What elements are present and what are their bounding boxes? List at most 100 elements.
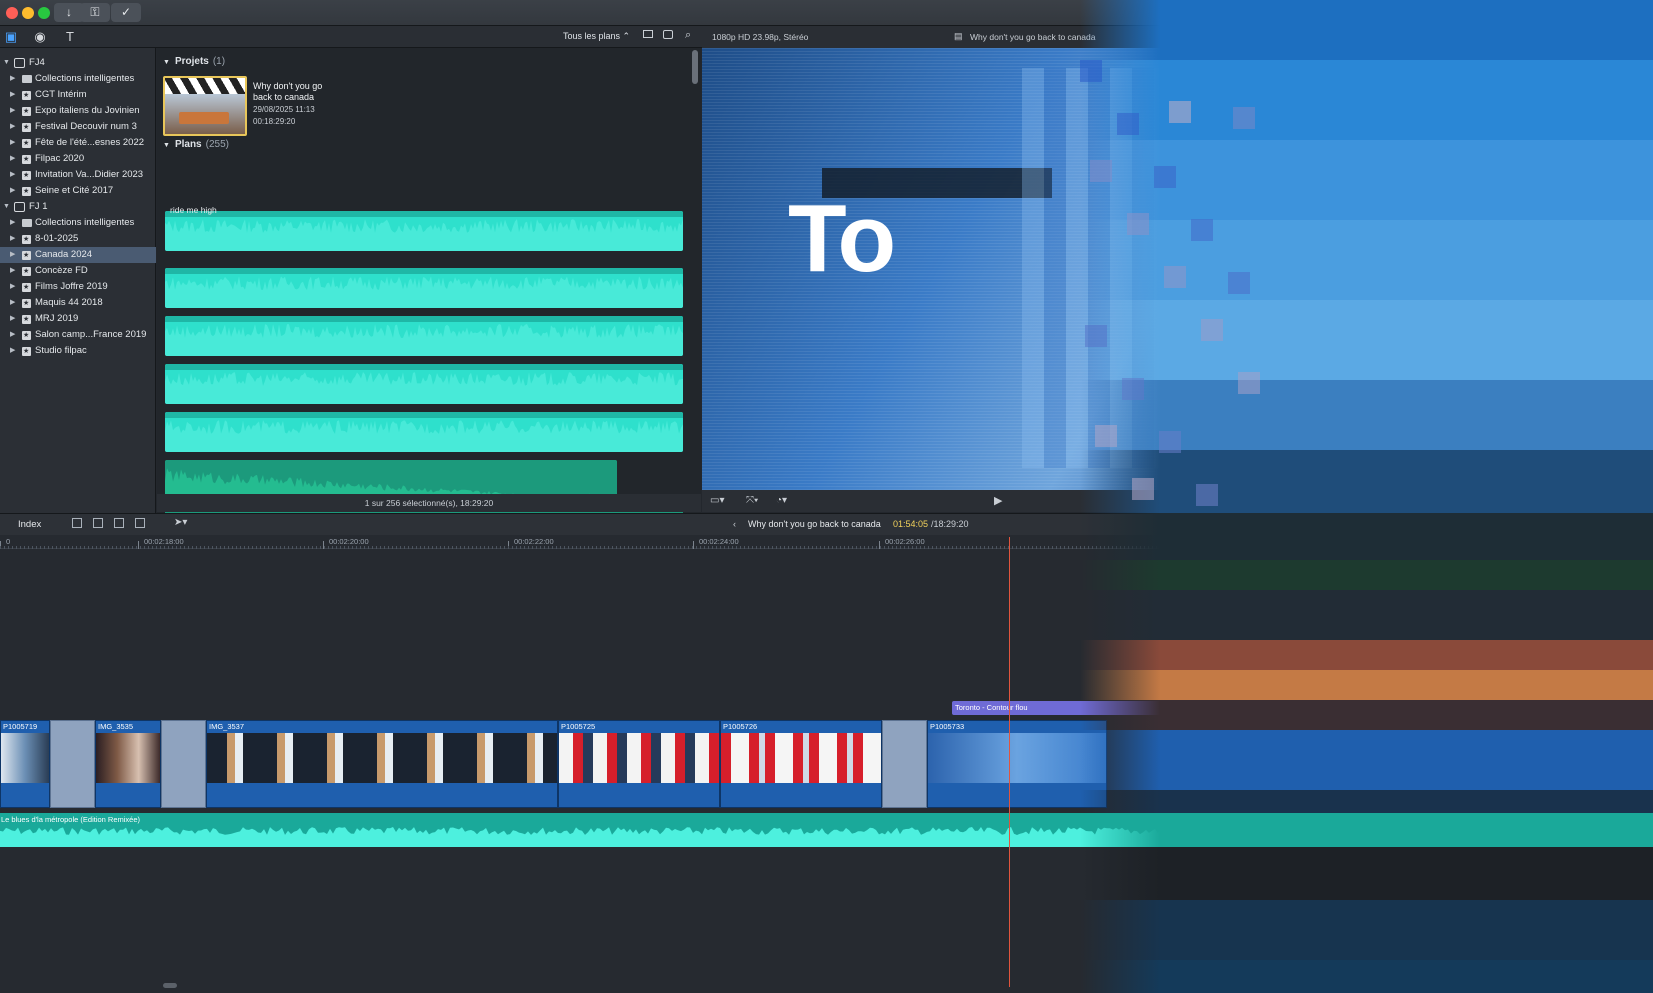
video-clip[interactable]: IMG_3537 bbox=[206, 720, 558, 808]
sidebar-item-label: 8-01-2025 bbox=[35, 233, 79, 244]
append-clip-icon[interactable] bbox=[114, 518, 124, 528]
event-icon bbox=[22, 328, 31, 344]
disclosure-closed-icon[interactable]: ▶ bbox=[10, 327, 15, 343]
disclosure-open-icon[interactable]: ▼ bbox=[3, 199, 10, 215]
project-title-line1: Why don't you go bbox=[253, 81, 323, 91]
sidebar-smart-collections[interactable]: ▶ Collections intelligentes bbox=[0, 71, 156, 87]
browser-audio-clip[interactable] bbox=[165, 268, 683, 308]
sidebar-event[interactable]: ▶ Maquis 44 2018 bbox=[0, 295, 156, 312]
timeline-scrollbar[interactable] bbox=[163, 983, 177, 988]
transform-tool-icon[interactable]: ⤧▾ bbox=[746, 495, 758, 506]
projects-section-header[interactable]: ▼ Projets (1) bbox=[163, 56, 225, 67]
zoom-window-button[interactable] bbox=[38, 7, 50, 19]
disclosure-closed-icon[interactable]: ▶ bbox=[10, 311, 15, 327]
viewer-format[interactable]: 1080p HD 23.98p, Stéréo bbox=[712, 32, 808, 42]
sidebar-event[interactable]: ▶ Canada 2024 bbox=[0, 247, 156, 264]
disclosure-closed-icon[interactable]: ▶ bbox=[10, 295, 15, 311]
view-options-icon[interactable]: ▭▾ bbox=[710, 495, 724, 506]
pixel-block bbox=[1164, 266, 1186, 288]
minimize-window-button[interactable] bbox=[22, 7, 34, 19]
event-icon bbox=[22, 88, 31, 104]
ruler-label: 00:02:24:00 bbox=[699, 537, 739, 546]
background-tasks-button[interactable]: ✓ bbox=[111, 3, 141, 22]
disclosure-closed-icon[interactable]: ▶ bbox=[10, 151, 15, 167]
video-clip[interactable]: P1005719 bbox=[0, 720, 50, 808]
transition[interactable] bbox=[882, 720, 927, 808]
sidebar-event[interactable]: ▶ Invitation Va...Didier 2023 bbox=[0, 167, 156, 184]
browser-audio-clip[interactable] bbox=[165, 412, 683, 452]
pixel-block bbox=[1090, 160, 1112, 182]
play-icon[interactable]: ▶ bbox=[994, 494, 1002, 507]
sidebar-event[interactable]: ▶ Fête de l'été...esnes 2022 bbox=[0, 135, 156, 152]
sidebar-smart-collections[interactable]: ▶ Collections intelligentes bbox=[0, 215, 156, 231]
browser-audio-clip[interactable] bbox=[165, 364, 683, 404]
insert-clip-icon[interactable] bbox=[93, 518, 103, 528]
disclosure-closed-icon[interactable]: ▶ bbox=[10, 343, 15, 359]
sidebar-library[interactable]: ▼ FJ 1 bbox=[0, 199, 156, 215]
sidebar-event[interactable]: ▶ MRJ 2019 bbox=[0, 311, 156, 328]
transition[interactable] bbox=[50, 720, 95, 808]
project-title[interactable]: Why don't you go back to canada bbox=[253, 81, 322, 103]
sidebar-event[interactable]: ▶ Festival Decouvir num 3 bbox=[0, 119, 156, 136]
clip-filter-dropdown[interactable]: Tous les plans ⌃ bbox=[563, 31, 630, 42]
disclosure-closed-icon[interactable]: ▶ bbox=[10, 135, 15, 151]
sidebar-event[interactable]: ▶ 8-01-2025 bbox=[0, 231, 156, 248]
keywords-button[interactable]: ⚿ bbox=[80, 3, 110, 22]
pixel-block bbox=[1085, 325, 1107, 347]
plans-section-header[interactable]: ▼ Plans (255) bbox=[163, 139, 229, 150]
video-clip[interactable]: P1005726 bbox=[720, 720, 882, 808]
sidebar-event[interactable]: ▶ Concèze FD bbox=[0, 263, 156, 280]
sidebar-event[interactable]: ▶ CGT Intérim bbox=[0, 87, 156, 104]
sidebar-item-label: Seine et Cité 2017 bbox=[35, 185, 114, 196]
titles-generators-icon[interactable]: T bbox=[62, 29, 78, 45]
disclosure-closed-icon[interactable]: ▶ bbox=[10, 263, 15, 279]
sidebar-event[interactable]: ▶ Filpac 2020 bbox=[0, 151, 156, 168]
transition[interactable] bbox=[161, 720, 206, 808]
retime-icon[interactable]: ◔▾ bbox=[776, 495, 787, 506]
disclosure-closed-icon[interactable]: ▶ bbox=[10, 215, 15, 231]
disclosure-closed-icon[interactable]: ▶ bbox=[10, 71, 15, 87]
disclosure-closed-icon[interactable]: ▶ bbox=[10, 103, 15, 119]
disclosure-closed-icon[interactable]: ▶ bbox=[10, 279, 15, 295]
disclosure-closed-icon[interactable]: ▶ bbox=[10, 119, 15, 135]
disclosure-closed-icon[interactable]: ▶ bbox=[10, 183, 15, 199]
sidebar-event[interactable]: ▶ Seine et Cité 2017 bbox=[0, 183, 156, 200]
libraries-icon[interactable]: ▣ bbox=[3, 29, 19, 45]
browser-audio-clip[interactable] bbox=[165, 316, 683, 356]
disclosure-closed-icon[interactable]: ▶ bbox=[10, 247, 15, 263]
disclosure-open-icon[interactable]: ▼ bbox=[3, 55, 10, 71]
event-icon bbox=[22, 104, 31, 120]
connect-clip-icon[interactable] bbox=[72, 518, 82, 528]
disclosure-closed-icon[interactable]: ▶ bbox=[10, 167, 15, 183]
index-button[interactable]: Index bbox=[18, 519, 41, 530]
photos-audio-icon[interactable]: ◉ bbox=[32, 29, 48, 45]
clip-name-label: ride me high bbox=[170, 205, 217, 215]
sidebar-event[interactable]: ▶ Expo italiens du Jovinien bbox=[0, 103, 156, 120]
project-thumbnail[interactable] bbox=[163, 76, 247, 136]
blurred-band bbox=[1080, 700, 1653, 730]
disclosure-closed-icon[interactable]: ▶ bbox=[10, 87, 15, 103]
sidebar-item-label: Fête de l'été...esnes 2022 bbox=[35, 137, 145, 148]
disclosure-closed-icon[interactable]: ▶ bbox=[10, 231, 15, 247]
clip-appearance-icon[interactable] bbox=[663, 30, 673, 39]
event-icon bbox=[22, 184, 31, 200]
video-clip[interactable]: IMG_3535 bbox=[95, 720, 161, 808]
sidebar-event[interactable]: ▶ Salon camp...France 2019 bbox=[0, 327, 156, 344]
select-tool-icon[interactable]: ➤▾ bbox=[174, 517, 187, 528]
event-icon bbox=[22, 232, 31, 248]
sidebar-event[interactable]: ▶ Studio filpac bbox=[0, 343, 156, 360]
sidebar-library[interactable]: ▼ FJ4 bbox=[0, 55, 156, 71]
sidebar-item-label: CGT Intérim bbox=[35, 89, 87, 100]
playhead[interactable] bbox=[1009, 537, 1010, 987]
browser-scrollbar[interactable] bbox=[692, 50, 698, 84]
close-window-button[interactable] bbox=[6, 7, 18, 19]
list-view-icon[interactable] bbox=[643, 30, 653, 38]
overwrite-clip-icon[interactable] bbox=[135, 518, 145, 528]
search-icon[interactable]: ⌕ bbox=[685, 29, 691, 42]
timeline-back-icon[interactable]: ‹ bbox=[733, 519, 736, 529]
final-cut-pro-window: ↓ ⚿ ✓ ▣ ◉ T Tous les plans ⌃ ⌕ ▼ FJ4 ▶ Coll… bbox=[0, 0, 1653, 993]
timeline-project-name: Why don't you go back to canada bbox=[748, 519, 881, 529]
browser-audio-clip[interactable] bbox=[165, 211, 683, 251]
video-clip[interactable]: P1005725 bbox=[558, 720, 720, 808]
sidebar-event[interactable]: ▶ Films Joffre 2019 bbox=[0, 279, 156, 296]
